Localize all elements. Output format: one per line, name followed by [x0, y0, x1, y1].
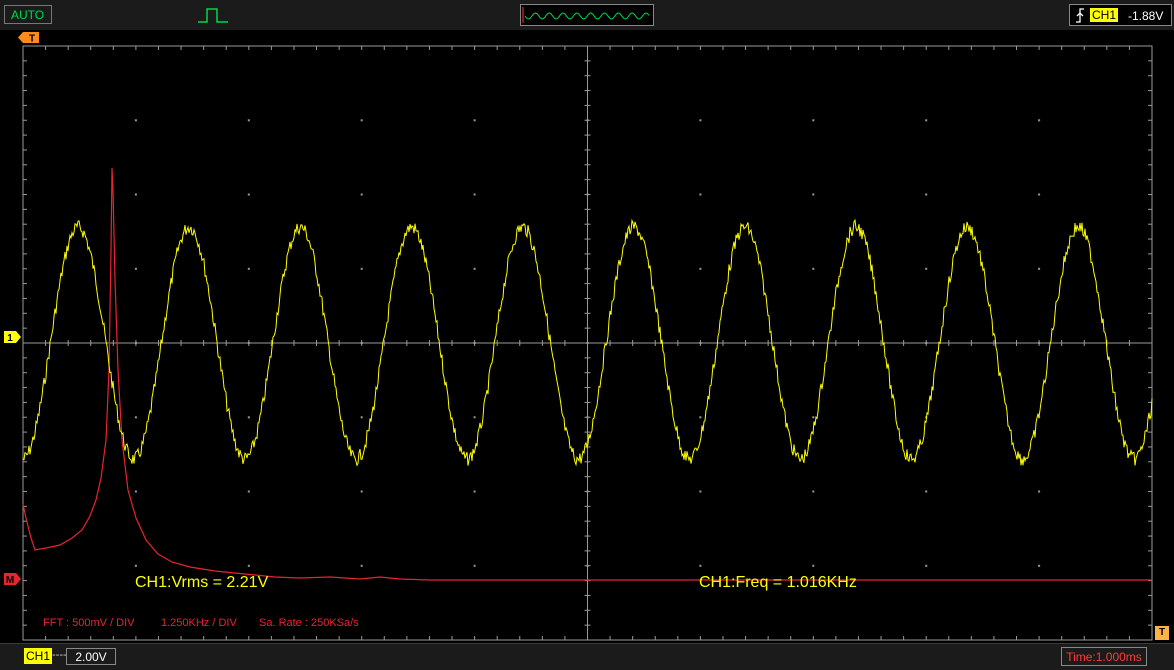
- pulse-trigger-icon[interactable]: [198, 6, 228, 24]
- trigger-level-value: -1.88V: [1128, 9, 1164, 23]
- volts-per-div-value[interactable]: 2.00V: [66, 648, 116, 665]
- channel-badge[interactable]: CH1: [24, 648, 53, 664]
- waveform-overview[interactable]: [520, 4, 654, 26]
- rising-edge-icon: [1076, 8, 1084, 23]
- coupling-indicator: ----: [52, 649, 67, 661]
- fft-freq-div-label: 1.250KHz / DIV: [161, 617, 237, 629]
- ch1-marker-label: 1: [7, 333, 13, 344]
- acquisition-mode-button[interactable]: AUTO: [4, 5, 52, 24]
- top-status-bar: AUTO CH1 -1.88V: [0, 0, 1174, 31]
- math-marker-label: M: [6, 575, 14, 586]
- trigger-time-marker[interactable]: T: [1155, 626, 1169, 640]
- waveform-overview-icon: [522, 7, 650, 23]
- fft-scale-label: FFT : 500mV / DIV: [43, 617, 135, 629]
- bottom-status-bar: CH1 ---- 2.00V Time:1.000ms: [0, 643, 1174, 670]
- trigger-channel-badge: CH1: [1090, 8, 1119, 22]
- trigger-status[interactable]: CH1 -1.88V: [1069, 4, 1172, 26]
- scope-display[interactable]: T 1 M CH1:Vrms = 2.21V CH1:Freq = 1.016K…: [0, 30, 1174, 643]
- freq-measurement: CH1:Freq = 1.016KHz: [699, 574, 857, 591]
- trigger-marker-label: T: [29, 34, 35, 45]
- fft-sample-rate-label: Sa. Rate : 250KSa/s: [259, 617, 359, 629]
- vrms-measurement: CH1:Vrms = 2.21V: [135, 574, 269, 591]
- time-per-div-value[interactable]: Time:1.000ms: [1061, 647, 1147, 666]
